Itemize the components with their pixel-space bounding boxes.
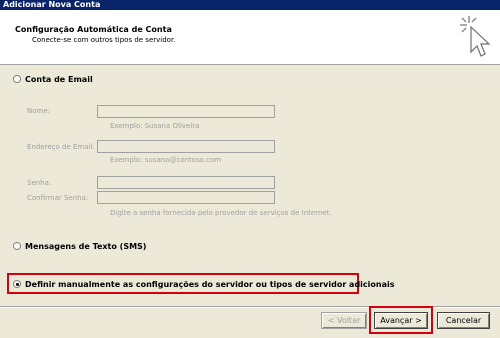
email-account-radio[interactable] xyxy=(13,75,21,83)
password-label: Senha: xyxy=(27,179,52,187)
confirm-password-label: Confirmar Senha: xyxy=(27,194,89,202)
password-field[interactable] xyxy=(97,176,275,189)
option-manual-setup[interactable]: Definir manualmente as configurações do … xyxy=(13,278,395,290)
password-hint: Digite a senha fornecida pelo provedor d… xyxy=(110,209,332,217)
header-title: Configuração Automática de Conta xyxy=(15,25,172,34)
cancel-button[interactable]: Cancelar xyxy=(437,312,490,329)
wizard-header: Configuração Automática de Conta Conecte… xyxy=(0,10,500,65)
name-field[interactable] xyxy=(97,105,275,118)
email-label: Endereço de Email: xyxy=(27,143,95,151)
email-account-label: Conta de Email xyxy=(25,74,93,84)
window-title: Adicionar Nova Conta xyxy=(0,0,500,10)
email-field[interactable] xyxy=(97,140,275,153)
header-subtitle: Conecte-se com outros tipos de servidor. xyxy=(32,36,176,44)
sms-radio[interactable] xyxy=(13,242,21,250)
email-hint: Exemplo: susana@contoso.com xyxy=(110,156,222,164)
sms-label: Mensagens de Texto (SMS) xyxy=(25,241,147,251)
name-label: Nome: xyxy=(27,107,51,115)
back-button[interactable]: < Voltar xyxy=(321,312,367,329)
next-button[interactable]: Avançar > xyxy=(374,312,428,329)
confirm-password-field[interactable] xyxy=(97,191,275,204)
option-sms[interactable]: Mensagens de Texto (SMS) xyxy=(13,240,146,252)
manual-setup-radio[interactable] xyxy=(13,280,21,288)
name-hint: Exemplo: Susana Oliveira xyxy=(110,122,200,130)
option-email-account[interactable]: Conta de Email xyxy=(13,73,93,85)
manual-setup-label: Definir manualmente as configurações do … xyxy=(25,279,395,289)
cursor-click-icon xyxy=(460,16,491,57)
